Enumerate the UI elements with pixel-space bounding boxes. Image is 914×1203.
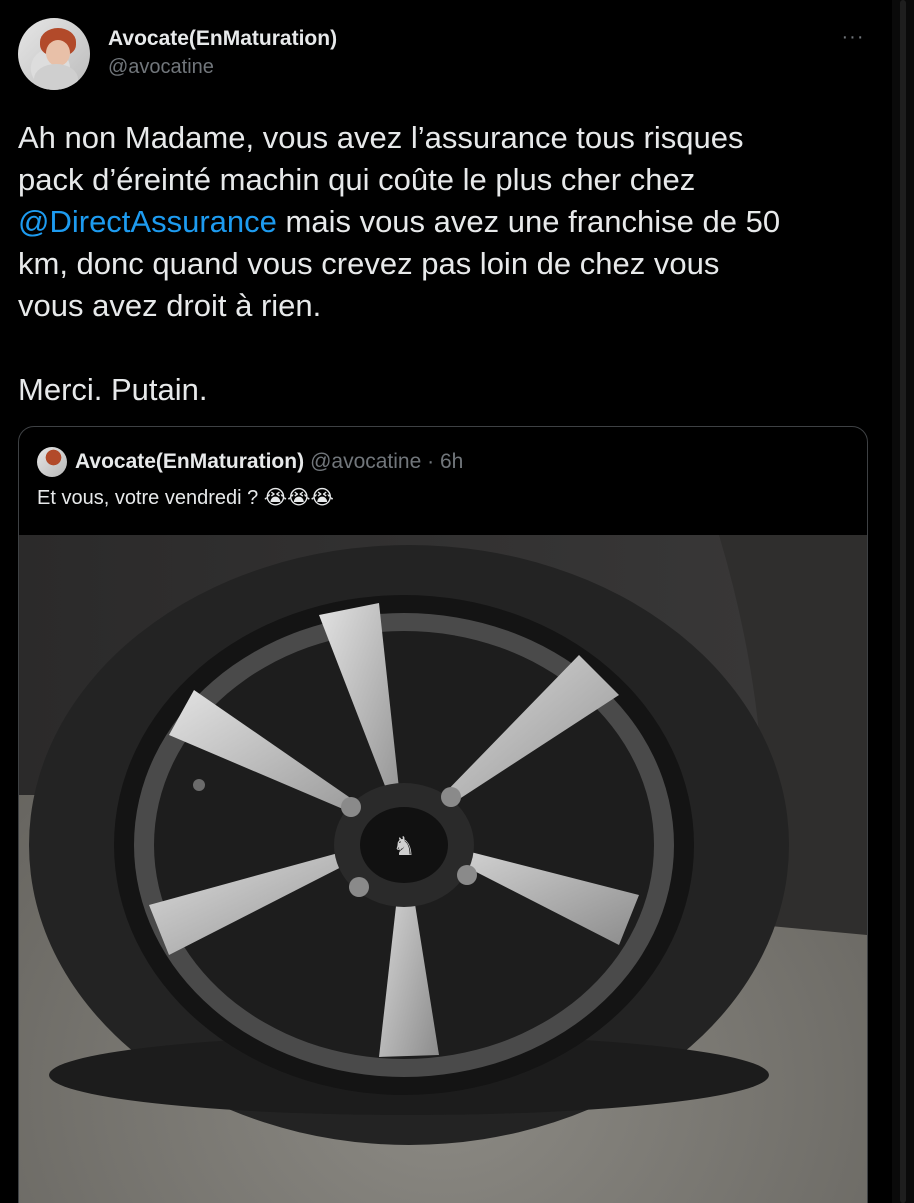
tweet-header: Avocate(EnMaturation) @avocatine [18, 18, 337, 90]
scrollbar-thumb[interactable] [900, 0, 906, 1203]
svg-text:♞: ♞ [392, 832, 415, 862]
author-avatar[interactable] [18, 18, 90, 90]
flat-tire-image: ♞ [19, 535, 867, 1203]
scrollbar-track[interactable] [892, 0, 914, 1203]
flat-tire-photo[interactable]: ♞ [19, 535, 867, 1203]
avatar-face [46, 40, 70, 66]
mention-link[interactable]: @DirectAssurance [18, 204, 277, 239]
quoted-author-handle-time[interactable]: @avocatine · 6h [310, 450, 463, 474]
author-names: Avocate(EnMaturation) @avocatine [108, 26, 337, 82]
tweet-text: Ah non Madame, vous avez l’assurance tou… [18, 117, 878, 411]
avatar-body [34, 64, 78, 90]
tweet-text-part1: Ah non Madame, vous avez l’assurance tou… [18, 120, 744, 197]
quoted-author-avatar[interactable] [37, 447, 67, 477]
author-handle[interactable]: @avocatine [108, 52, 337, 82]
author-display-name[interactable]: Avocate(EnMaturation) [108, 26, 337, 52]
tweet-card: Avocate(EnMaturation) @avocatine ··· Ah … [0, 0, 914, 1203]
quoted-author-name[interactable]: Avocate(EnMaturation) [75, 450, 304, 474]
quoted-tweet[interactable]: Avocate(EnMaturation) @avocatine · 6h Et… [18, 426, 868, 1203]
quoted-tweet-text: Et vous, votre vendredi ? 😭😭😭 [37, 487, 334, 509]
more-options-icon[interactable]: ··· [838, 22, 868, 52]
quoted-tweet-header: Avocate(EnMaturation) @avocatine · 6h [37, 447, 463, 477]
